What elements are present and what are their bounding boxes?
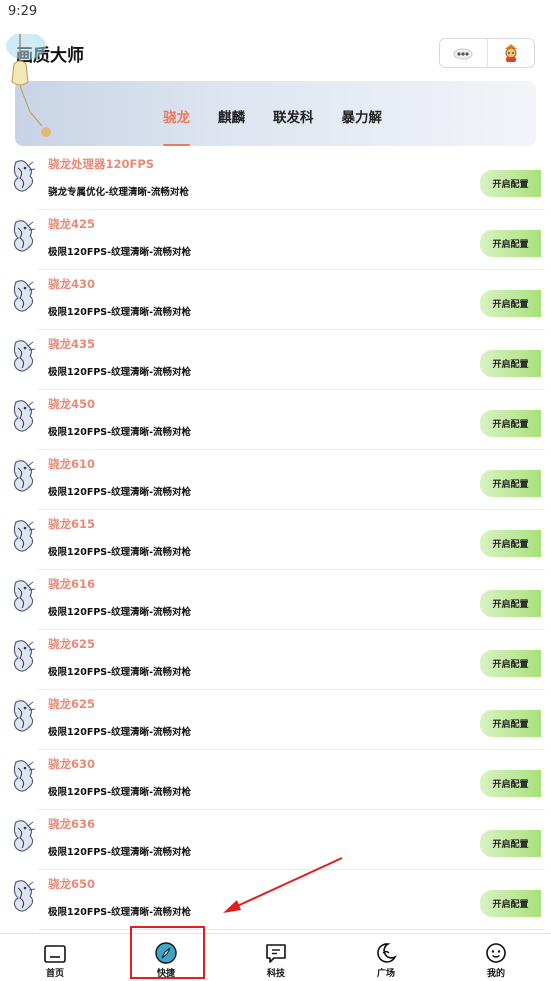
enable-config-button[interactable]: 开启配置 <box>480 770 541 797</box>
list-item: 骁龙615 极限120FPS-纹理清晰-流畅对枪 开启配置 <box>0 510 551 570</box>
enable-config-button[interactable]: 开启配置 <box>480 290 541 317</box>
bottom-nav: 首页 快捷 科技 广场 我的 <box>0 933 551 980</box>
moon-icon <box>377 943 397 963</box>
list-item: 骁龙610 极限120FPS-纹理清晰-流畅对枪 开启配置 <box>0 450 551 510</box>
item-title: 骁龙435 <box>48 337 96 351</box>
tab-snapdragon[interactable]: 骁龙 <box>163 106 190 146</box>
enable-config-button[interactable]: 开启配置 <box>480 710 541 737</box>
enable-config-button[interactable]: 开启配置 <box>480 230 541 257</box>
enable-config-button[interactable]: 开启配置 <box>480 410 541 437</box>
dragon-emblem-icon <box>13 580 36 612</box>
item-subtitle: 极限120FPS-纹理清晰-流畅对枪 <box>48 787 192 798</box>
row-divider <box>38 929 545 930</box>
item-title: 骁龙636 <box>48 817 96 831</box>
mini-program-button[interactable] <box>440 39 487 67</box>
app-title: 画质大师 <box>16 46 84 66</box>
status-bar: 9:29 <box>0 0 551 24</box>
home-icon <box>44 945 66 963</box>
dragon-emblem-icon <box>13 220 36 252</box>
mascot-icon <box>504 44 517 62</box>
nav-label-shortcut: 快捷 <box>156 969 175 979</box>
list-item: 骁龙630 极限120FPS-纹理清晰-流畅对枪 开启配置 <box>0 750 551 810</box>
item-title: 骁龙625 <box>48 637 96 651</box>
dragon-emblem-icon <box>13 640 36 672</box>
nav-item-home[interactable]: 首页 <box>20 934 90 981</box>
nav-item-shortcut[interactable]: 快捷 <box>131 934 201 981</box>
dragon-emblem-icon <box>13 340 36 372</box>
item-subtitle: 极限120FPS-纹理清晰-流畅对枪 <box>48 367 192 378</box>
dragon-emblem-icon <box>13 820 36 852</box>
dragon-emblem-icon <box>13 760 36 792</box>
list-item: 骁龙625 极限120FPS-纹理清晰-流畅对枪 开启配置 <box>0 630 551 690</box>
item-title: 骁龙616 <box>48 577 96 591</box>
list-item: 骁龙636 极限120FPS-纹理清晰-流畅对枪 开启配置 <box>0 810 551 870</box>
item-title: 骁龙450 <box>48 397 96 411</box>
dragon-emblem-icon <box>13 700 36 732</box>
profile-icon <box>486 943 506 963</box>
enable-config-button[interactable]: 开启配置 <box>480 830 541 857</box>
nav-label-home: 首页 <box>45 969 64 979</box>
dragon-emblem-icon <box>13 160 36 192</box>
nav-item-tech[interactable]: 科技 <box>241 934 311 981</box>
tab-mediatek[interactable]: 联发科 <box>273 106 314 146</box>
compass-icon <box>155 942 177 964</box>
item-subtitle: 极限120FPS-纹理清晰-流畅对枪 <box>48 907 192 918</box>
dragon-emblem-icon <box>13 400 36 432</box>
item-subtitle: 极限120FPS-纹理清晰-流畅对枪 <box>48 547 192 558</box>
enable-config-button[interactable]: 开启配置 <box>480 170 541 197</box>
item-subtitle: 极限120FPS-纹理清晰-流畅对枪 <box>48 487 192 498</box>
dragon-emblem-icon <box>13 880 36 912</box>
item-subtitle: 极限120FPS-纹理清晰-流畅对枪 <box>48 427 192 438</box>
enable-config-button[interactable]: 开启配置 <box>480 890 541 917</box>
item-title: 骁龙425 <box>48 217 96 231</box>
item-subtitle: 极限120FPS-纹理清晰-流畅对枪 <box>48 607 192 618</box>
list-item: 骁龙425 极限120FPS-纹理清晰-流畅对枪 开启配置 <box>0 210 551 270</box>
tab-force-unlock[interactable]: 暴力解 <box>342 106 383 146</box>
item-subtitle: 骁龙专属优化-纹理清晰-流畅对枪 <box>48 187 189 198</box>
list-item: 骁龙616 极限120FPS-纹理清晰-流畅对枪 开启配置 <box>0 570 551 630</box>
item-title: 骁龙处理器120FPS <box>48 157 155 171</box>
item-subtitle: 极限120FPS-纹理清晰-流畅对枪 <box>48 307 192 318</box>
nav-item-square[interactable]: 广场 <box>351 934 421 981</box>
item-subtitle: 极限120FPS-纹理清晰-流畅对枪 <box>48 847 192 858</box>
nav-item-mine[interactable]: 我的 <box>461 934 531 981</box>
more-dots-icon <box>453 48 473 60</box>
title-bar: 画质大师 <box>0 32 551 76</box>
status-time: 9:29 <box>8 4 38 19</box>
list-item: 骁龙450 极限120FPS-纹理清晰-流畅对枪 开启配置 <box>0 390 551 450</box>
config-list: 骁龙处理器120FPS 骁龙专属优化-纹理清晰-流畅对枪 开启配置 骁龙425 … <box>0 150 551 930</box>
list-item: 骁龙430 极限120FPS-纹理清晰-流畅对枪 开启配置 <box>0 270 551 330</box>
dragon-emblem-icon <box>13 280 36 312</box>
list-item: 骁龙处理器120FPS 骁龙专属优化-纹理清晰-流畅对枪 开启配置 <box>0 150 551 210</box>
nav-label-square: 广场 <box>376 969 395 979</box>
top-action-group <box>439 38 535 68</box>
enable-config-button[interactable]: 开启配置 <box>480 590 541 617</box>
item-title: 骁龙630 <box>48 757 96 771</box>
mascot-button[interactable] <box>486 39 535 67</box>
item-subtitle: 极限120FPS-纹理清晰-流畅对枪 <box>48 667 192 678</box>
enable-config-button[interactable]: 开启配置 <box>480 530 541 557</box>
item-title: 骁龙430 <box>48 277 96 291</box>
item-title: 骁龙650 <box>48 877 96 891</box>
list-item: 骁龙625 极限120FPS-纹理清晰-流畅对枪 开启配置 <box>0 690 551 750</box>
item-title: 骁龙625 <box>48 697 96 711</box>
enable-config-button[interactable]: 开启配置 <box>480 350 541 377</box>
list-item: 骁龙435 极限120FPS-纹理清晰-流畅对枪 开启配置 <box>0 330 551 390</box>
enable-config-button[interactable]: 开启配置 <box>480 650 541 677</box>
item-title: 骁龙615 <box>48 517 96 531</box>
enable-config-button[interactable]: 开启配置 <box>480 470 541 497</box>
list-item: 骁龙650 极限120FPS-纹理清晰-流畅对枪 开启配置 <box>0 870 551 930</box>
dragon-emblem-icon <box>13 460 36 492</box>
processor-tabs: 骁龙 麒麟 联发科 暴力解 <box>163 106 410 146</box>
nav-label-tech: 科技 <box>266 969 285 979</box>
item-subtitle: 极限120FPS-纹理清晰-流畅对枪 <box>48 727 192 738</box>
nav-label-mine: 我的 <box>486 969 505 979</box>
item-subtitle: 极限120FPS-纹理清晰-流畅对枪 <box>48 247 192 258</box>
dragon-emblem-icon <box>13 520 36 552</box>
tab-kirin[interactable]: 麒麟 <box>218 106 245 146</box>
message-icon <box>266 944 286 963</box>
item-title: 骁龙610 <box>48 457 96 471</box>
